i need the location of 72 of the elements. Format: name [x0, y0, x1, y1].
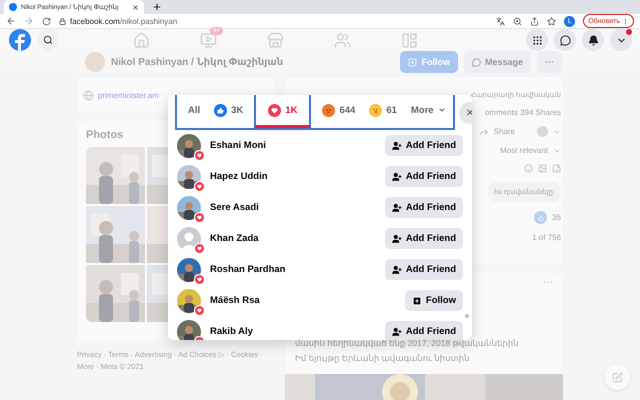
person-name[interactable]: Roshan Pardhan [210, 264, 376, 275]
person-plus-icon [392, 202, 402, 212]
post-text: մասին հեղինակված ենք 2017, 2018 թվականներին [295, 338, 518, 349]
add-friend-button[interactable]: Add Friend [384, 259, 463, 280]
add-friend-button[interactable]: Add Friend [384, 135, 463, 156]
image-icon [538, 164, 547, 173]
profile-name: Nikol Pashinyan / Նիկոլ Փաշինյան [111, 56, 284, 68]
emoji-icon [524, 164, 533, 173]
star-icon[interactable] [547, 16, 556, 26]
alert-dot [626, 29, 632, 35]
sticker-icon [552, 164, 561, 173]
person-plus-icon [392, 264, 402, 274]
search-icon [43, 35, 53, 45]
pen-square-icon [612, 372, 622, 382]
person-name[interactable]: Sere Asadi [210, 202, 376, 213]
chat-bubble-icon [560, 34, 570, 46]
follow-button[interactable]: Follow [404, 290, 463, 311]
globe-icon [83, 90, 94, 100]
plus-square-icon [412, 296, 422, 306]
post-stats: omments 394 Shares [484, 108, 561, 117]
angry-face-icon [322, 104, 336, 116]
add-friend-button[interactable]: Add Friend [384, 321, 463, 340]
grid-icon [532, 34, 542, 46]
comment-pager: 1 of 756 [532, 233, 561, 242]
reaction-tab[interactable]: 61 [362, 95, 404, 128]
add-friend-button[interactable]: Add Friend [384, 197, 463, 218]
new-tab-icon[interactable] [152, 2, 162, 12]
plus-square-icon [408, 58, 418, 66]
back-icon[interactable] [6, 16, 16, 26]
add-friend-button[interactable]: Add Friend [384, 166, 463, 187]
person-name[interactable]: Máësh Rsa [210, 295, 396, 306]
person-plus-icon [392, 140, 402, 150]
caret-icon [438, 106, 446, 114]
share-icon [478, 126, 489, 136]
zoom-icon[interactable] [513, 16, 522, 26]
person-name[interactable]: Eshani Moni [210, 140, 376, 151]
notifications-button[interactable] [582, 29, 604, 51]
person-name[interactable]: Rakib Aly [210, 326, 376, 337]
messenger-button[interactable] [554, 29, 576, 51]
person-name[interactable]: Hapez Uddin [210, 171, 376, 182]
person-plus-icon [392, 172, 402, 182]
reload-icon[interactable] [42, 16, 51, 26]
person-plus-icon [392, 326, 402, 336]
add-friend-button[interactable]: Add Friend [384, 228, 463, 249]
tongue-face-icon [369, 104, 382, 116]
translate-icon[interactable] [496, 16, 506, 26]
person-name[interactable]: Khan Zada [210, 233, 376, 244]
share-icon[interactable] [530, 16, 540, 26]
scrollbar-dot [465, 314, 469, 318]
reaction-tab[interactable]: All [181, 95, 208, 128]
person-plus-icon [392, 234, 402, 244]
menu-button[interactable] [526, 29, 548, 51]
photos-title: Photos [86, 129, 124, 141]
account-button[interactable] [610, 29, 632, 51]
page-avatar-icon [537, 126, 548, 137]
favicon-icon [9, 3, 17, 11]
reaction-tab[interactable]: 1K [254, 95, 312, 128]
lock-icon [59, 18, 66, 24]
reaction-tab[interactable]: 3K [207, 95, 250, 128]
bell-icon [588, 34, 598, 46]
url-text[interactable]: facebook.com/nikol.pashinyan [70, 16, 178, 26]
search-button[interactable] [37, 29, 59, 51]
post-text: Իմ ելույթը Երևանի ավագանու նիստին [295, 353, 470, 364]
like-icon [214, 104, 228, 116]
like-icon [534, 211, 548, 224]
chat-bubble-icon [472, 58, 481, 66]
like-count: 35 [552, 213, 561, 222]
logo-icon[interactable] [9, 29, 31, 51]
reaction-tab[interactable]: 644 [315, 95, 362, 128]
close-icon[interactable] [132, 4, 139, 10]
more-icon [622, 18, 629, 24]
reaction-tab[interactable]: More [404, 95, 453, 128]
